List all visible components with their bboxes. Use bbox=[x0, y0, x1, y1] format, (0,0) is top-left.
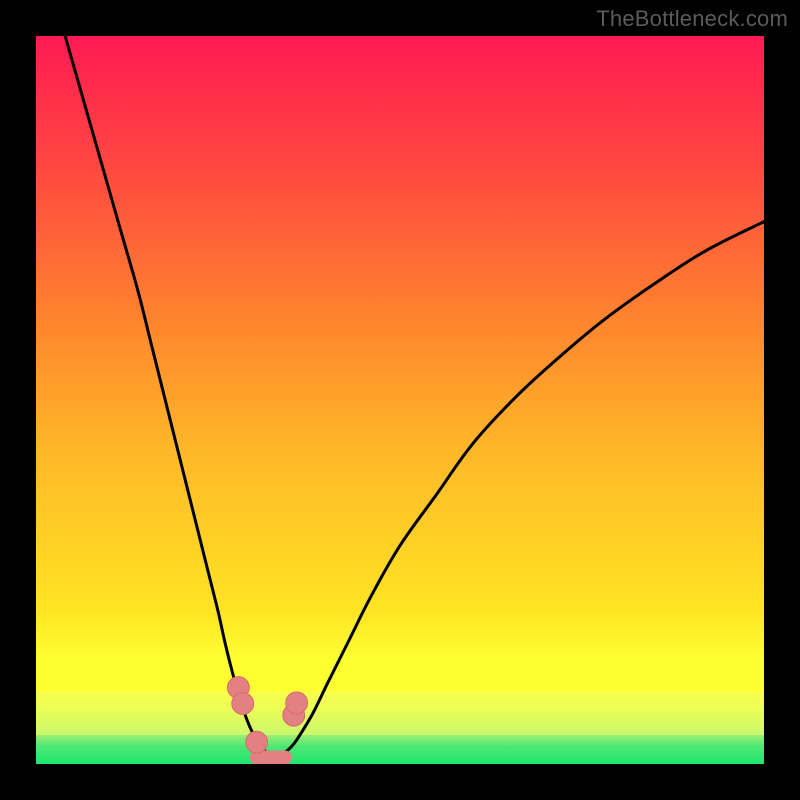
data-marker bbox=[246, 731, 268, 753]
plot-area bbox=[36, 36, 764, 764]
bottleneck-curve bbox=[36, 36, 764, 764]
data-marker bbox=[286, 692, 308, 714]
watermark-text: TheBottleneck.com bbox=[596, 6, 788, 32]
curve-left-branch bbox=[65, 36, 269, 754]
chart-frame: TheBottleneck.com bbox=[0, 0, 800, 800]
curve-right-branch bbox=[276, 222, 764, 756]
data-marker bbox=[232, 693, 254, 715]
